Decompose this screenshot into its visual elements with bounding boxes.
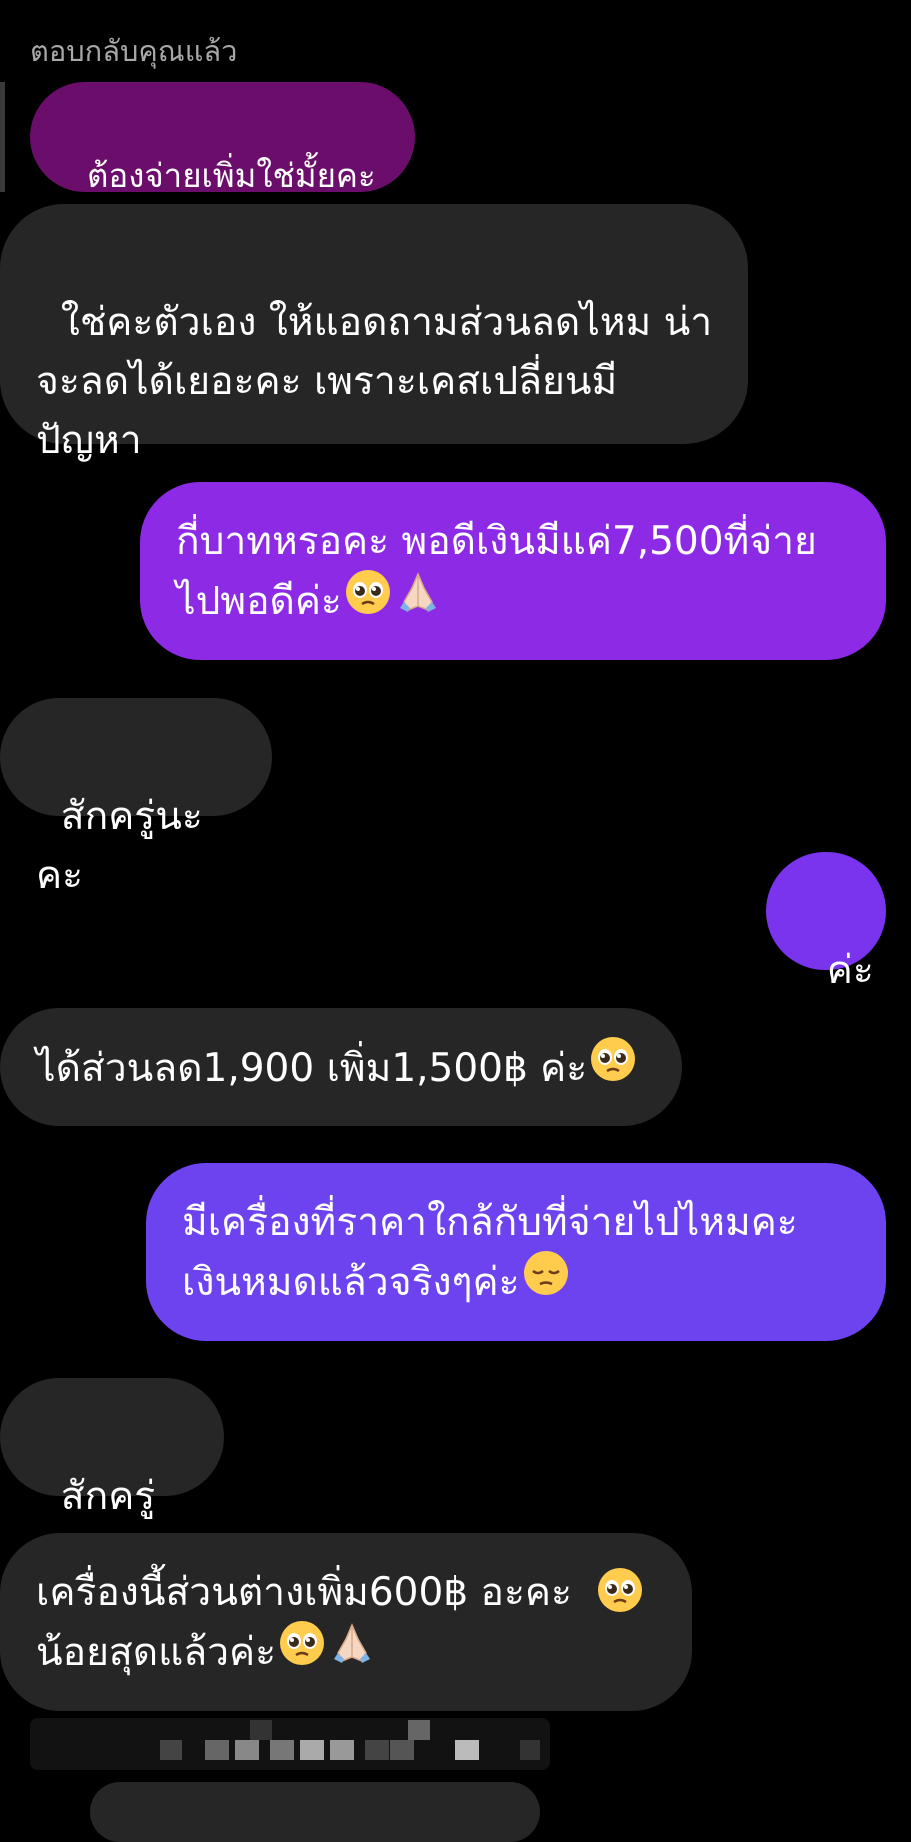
message-text: ใช่คะตัวเอง ให้แอดถามส่วนลดไหม น่า จะลดไ… (36, 300, 713, 463)
message-text: มีเครื่องที่ราคาใกล้กับที่จ่ายไปไหมคะ เง… (182, 1200, 798, 1305)
pleading-face-icon (596, 1566, 644, 1631)
partial-next-message-bubble (90, 1782, 540, 1842)
incoming-message-bubble[interactable]: ได้ส่วนลด1,900 เพิ่ม1,500฿ ค่ะ (0, 1008, 682, 1126)
message-text: ค่ะ (826, 948, 874, 993)
incoming-message-bubble[interactable]: สักครู่ค่ะ (0, 1378, 224, 1578)
outgoing-message-bubble[interactable]: ค่ะ (766, 852, 886, 993)
pleading-face-icon (344, 568, 392, 633)
incoming-message-bubble[interactable]: สักครู่นะคะ (0, 698, 272, 898)
reply-indicator-bar (0, 82, 5, 192)
outgoing-message-bubble[interactable]: กี่บาทหรอคะ พอดีเงินมีแค่7,500ที่จ่าย ไป… (140, 482, 886, 660)
incoming-message-bubble[interactable]: ใช่คะตัวเอง ให้แอดถามส่วนลดไหม น่า จะลดไ… (0, 204, 748, 463)
outgoing-message-bubble[interactable]: มีเครื่องที่ราคาใกล้กับที่จ่ายไปไหมคะ เง… (146, 1163, 886, 1341)
folded-hands-icon (394, 568, 442, 633)
incoming-message-bubble[interactable]: เครื่องนี้ส่วนต่างเพิ่ม600฿ อะคะ น้อยสุด… (0, 1533, 692, 1711)
reply-header: ตอบกลับคุณแล้ว (30, 34, 238, 68)
message-text: ต้องจ่ายเพิ่มใช่มั้ยคะ (86, 156, 376, 195)
message-text: กี่บาทหรอคะ พอดีเงินมีแค่7,500ที่จ่าย ไป… (176, 519, 817, 624)
message-text: ได้ส่วนลด1,900 เพิ่ม1,500฿ ค่ะ (36, 1046, 588, 1091)
message-text: สักครู่นะคะ (36, 794, 203, 898)
pensive-face-icon (522, 1249, 570, 1314)
pixelated-redacted-content (30, 1718, 550, 1770)
pleading-face-icon (278, 1619, 326, 1684)
folded-hands-icon (328, 1619, 376, 1684)
quoted-message-bubble[interactable]: ต้องจ่ายเพิ่มใช่มั้ยคะ (30, 82, 415, 195)
pleading-face-icon (589, 1035, 637, 1100)
